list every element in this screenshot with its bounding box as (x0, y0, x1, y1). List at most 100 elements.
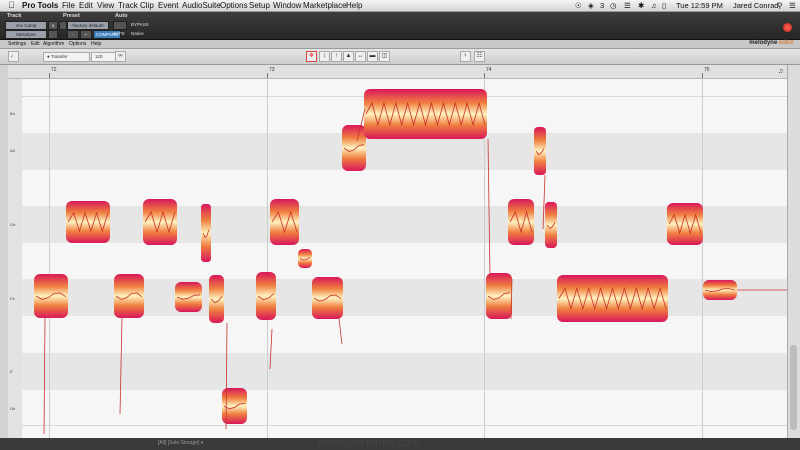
bar-tick (267, 73, 268, 78)
auto-button[interactable] (113, 21, 127, 30)
insert-toggle[interactable] (48, 30, 58, 39)
note-separation-tool-icon[interactable]: ▬ (367, 51, 378, 62)
battery-icon[interactable]: ▯ (662, 1, 666, 10)
notification-count[interactable]: 3 (600, 1, 604, 10)
search-icon[interactable]: ⚲ (777, 1, 783, 10)
menubar-clock[interactable]: Tue 12:59 PM (676, 1, 723, 10)
pitch-drift-line (542, 174, 546, 230)
volume-icon[interactable]: ♫ (651, 1, 657, 10)
pitch-label-f-sharp: F# (10, 296, 15, 301)
preset-plus-button[interactable]: + (80, 30, 92, 39)
pitch-label-b4: B4 (10, 111, 15, 116)
menu-clip[interactable]: Clip (140, 1, 154, 10)
menu-setup[interactable]: Setup (249, 1, 270, 10)
menu-track[interactable]: Track (118, 1, 138, 10)
pitch-drift-line (338, 318, 343, 345)
pitch-drift-line (119, 317, 123, 415)
bar-ruler[interactable]: 72 73 74 75 (8, 65, 787, 79)
preset-label: Preset (63, 13, 80, 19)
apple-icon[interactable]:  (8, 0, 15, 10)
note-blobs-layer[interactable] (22, 79, 787, 438)
menu-view[interactable]: View (97, 1, 114, 10)
menu-app-name[interactable]: Pro Tools (22, 1, 58, 10)
pitch-label-e: E (10, 369, 13, 374)
bar-tick (484, 73, 485, 78)
menu-melodyne-help[interactable]: Help (91, 41, 101, 47)
menu-melodyne-options[interactable]: Options (69, 41, 86, 47)
tempo-tap-icon[interactable]: ∞ (115, 51, 126, 62)
plugin-header: Track Preset Auto Vox Comp a <factory de… (0, 12, 800, 40)
preset-selector[interactable]: <factory default> (67, 21, 109, 30)
pitch-label-d-sharp: D# (10, 406, 16, 411)
watermark-text: american family care (318, 437, 420, 449)
note-blob[interactable] (508, 199, 534, 245)
list-icon[interactable]: ☰ (789, 1, 796, 10)
note-blob[interactable] (201, 204, 211, 262)
pitch-tool-icon[interactable]: ↕ (319, 51, 330, 62)
pitch-key-strip[interactable] (8, 79, 23, 438)
menu-help[interactable]: Help (346, 1, 362, 10)
track-letter-button[interactable]: a (48, 21, 58, 30)
vertical-scrollbar-thumb[interactable] (790, 345, 797, 430)
status-left-text[interactable]: [All] [Solo Storage] ▾ (158, 440, 203, 446)
note-blob[interactable] (175, 282, 202, 312)
pitch-ruler-icon[interactable]: ♩ (8, 51, 19, 62)
menu-algorithm[interactable]: Algorithm (43, 41, 64, 47)
note-blob[interactable] (256, 272, 276, 320)
preset-minus-button[interactable]: - (67, 30, 79, 39)
menu-settings[interactable]: Settings (8, 41, 26, 47)
eye-icon[interactable]: ☉ (575, 1, 582, 10)
preset-menu-button[interactable] (59, 21, 67, 30)
track-selector[interactable]: Vox Comp (5, 21, 47, 30)
menu-event[interactable]: Event (158, 1, 178, 10)
quantize-time-icon[interactable]: ☷ (474, 51, 485, 62)
main-tool-icon[interactable]: ❖ (306, 51, 317, 62)
bar-tick (702, 73, 703, 78)
formant-tool-icon[interactable]: ↑ (331, 51, 342, 62)
pitch-drift-line (269, 328, 273, 370)
menu-marketplace[interactable]: Marketplace (303, 1, 347, 10)
bluetooth-icon[interactable]: ✱ (638, 1, 644, 10)
menu-melodyne-edit[interactable]: Edit (31, 41, 40, 47)
clock-app-icon[interactable]: ◷ (610, 1, 617, 10)
pitch-drift-line (43, 317, 46, 435)
pitch-drift-line (487, 138, 491, 280)
note-editor[interactable] (22, 79, 787, 438)
correct-pitch-icon[interactable]: ♮ (460, 51, 471, 62)
bar-tick (49, 73, 50, 78)
menu-window[interactable]: Window (273, 1, 301, 10)
menu-audiosuite[interactable]: AudioSuite (182, 1, 221, 10)
pitch-label-g-sharp: G# (10, 222, 16, 227)
mac-menu-bar:  Pro Tools File Edit View Track Clip Ev… (0, 0, 800, 12)
bypass-button[interactable]: BYPASS (131, 22, 149, 27)
melodyne-logo: melodyne editor (749, 40, 794, 46)
bar-number: 74 (486, 67, 492, 73)
pitch-label-a-sharp: A# (10, 148, 15, 153)
status-bar: [All] [Solo Storage] ▾ american family c… (0, 437, 800, 450)
native-indicator: Native (131, 31, 144, 36)
insert-selector[interactable]: Melodyne (5, 30, 47, 39)
transfer-button[interactable]: ● Transfer (43, 52, 90, 62)
dropbox-icon[interactable]: ◈ (588, 1, 594, 10)
wifi-icon[interactable]: ☰ (624, 1, 631, 10)
menu-file[interactable]: File (62, 1, 75, 10)
tempo-field[interactable]: 120 (91, 52, 116, 62)
menu-options[interactable]: Options (220, 1, 248, 10)
note-blob[interactable] (545, 202, 557, 248)
menubar-user[interactable]: Jared Conrad (733, 1, 778, 10)
menu-edit[interactable]: Edit (79, 1, 93, 10)
auto-label: Auto (115, 13, 128, 19)
note-blob[interactable] (534, 127, 546, 175)
safe-button[interactable]: SAFE (113, 31, 125, 36)
note-blob[interactable] (667, 203, 703, 245)
amplitude-tool-icon[interactable]: ▲ (343, 51, 354, 62)
timing-tool-icon[interactable]: ↔ (355, 51, 366, 62)
close-icon[interactable] (783, 23, 792, 32)
time-handle-tool-icon[interactable]: ◫ (379, 51, 390, 62)
melodyne-toolbar: ♩ ● Transfer 120 ∞ ❖ ↕ ↑ ▲ ↔ ▬ ◫ ♮ ☷ (0, 49, 800, 65)
note-blob[interactable] (364, 89, 487, 139)
metronome-icon[interactable]: ♫ (778, 68, 783, 75)
note-blob[interactable] (486, 273, 512, 319)
note-blob[interactable] (270, 199, 299, 245)
note-blob[interactable] (342, 125, 366, 171)
